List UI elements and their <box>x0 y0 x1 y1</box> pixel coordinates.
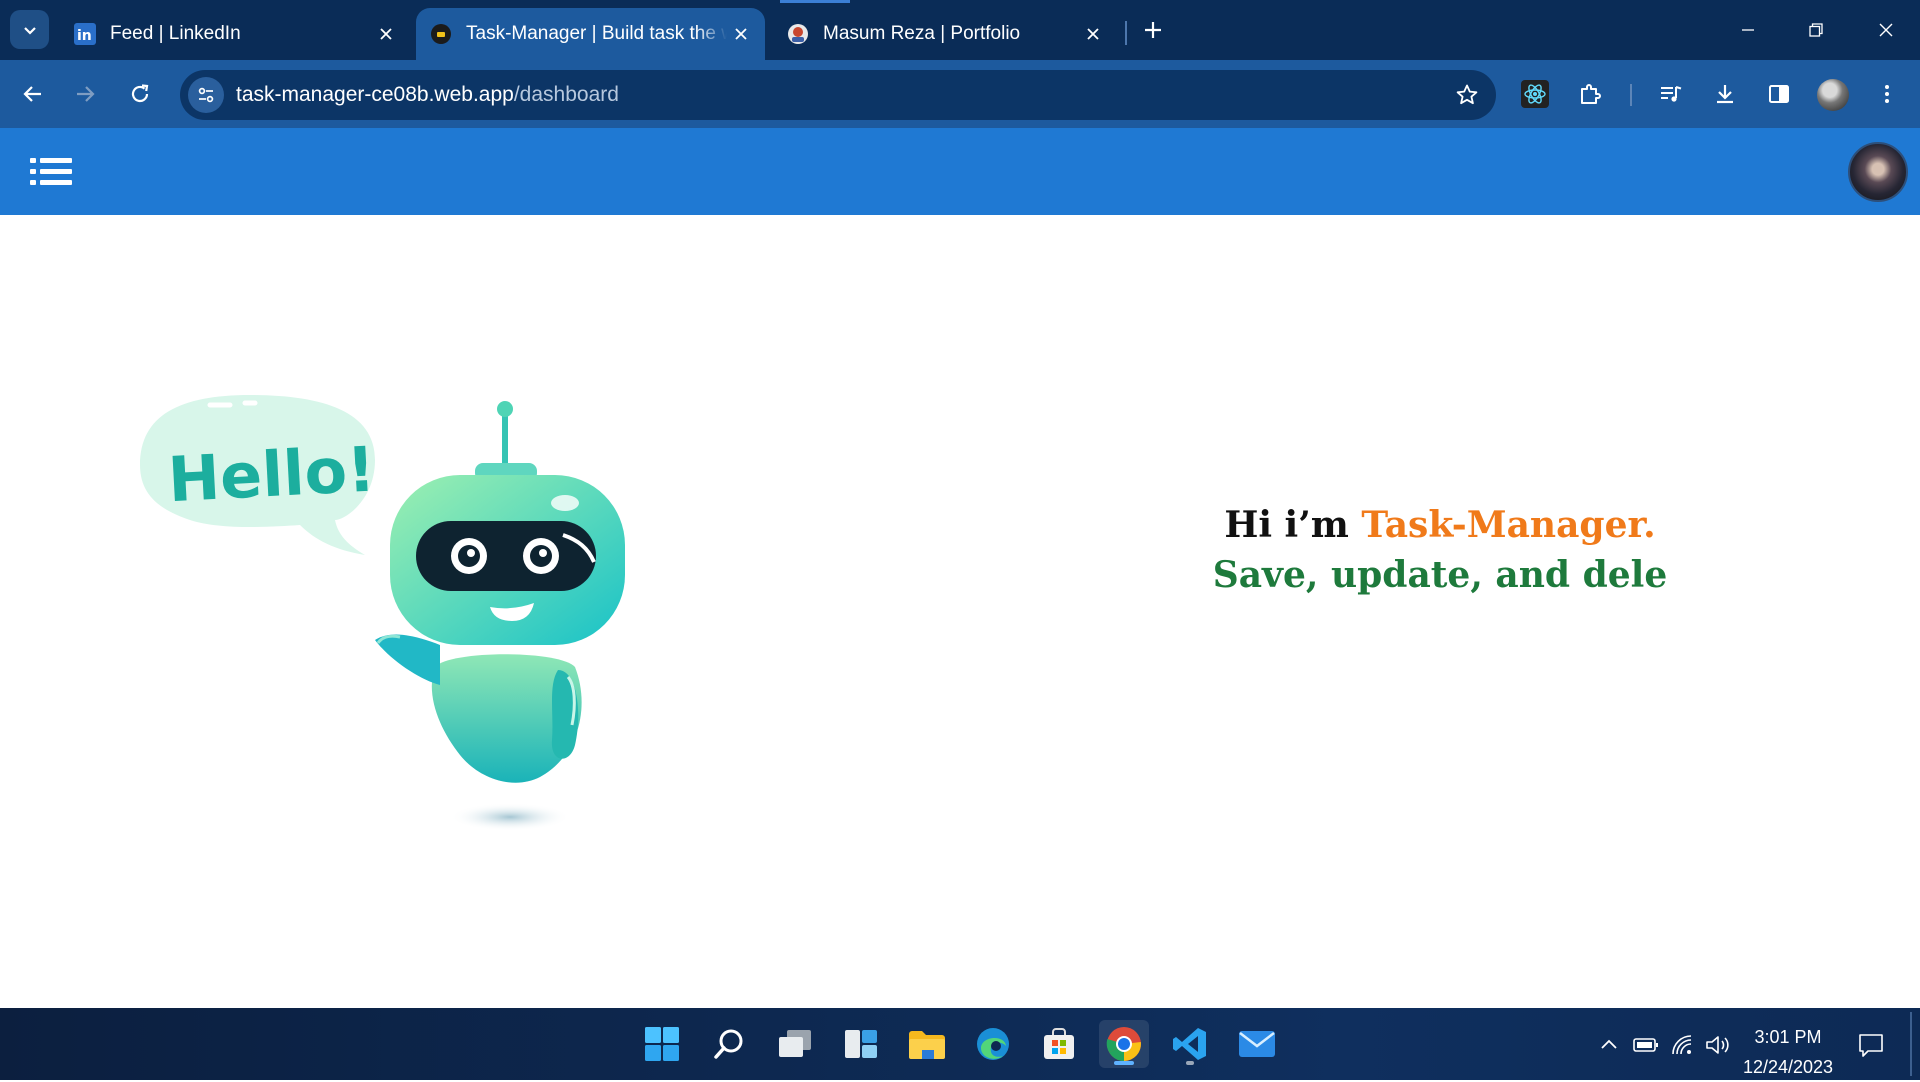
close-window-button[interactable] <box>1866 12 1906 48</box>
edge-button[interactable] <box>968 1020 1018 1068</box>
widgets-icon <box>845 1030 877 1058</box>
wifi-icon[interactable] <box>1670 1032 1696 1058</box>
typed-tagline: Save, update, and dele <box>1212 554 1668 596</box>
reload-icon <box>131 84 149 103</box>
greeting-prefix: Hi i’m <box>1224 504 1362 546</box>
task-view-button[interactable] <box>770 1020 820 1068</box>
queue-music-icon <box>1661 86 1682 102</box>
close-tab-icon[interactable] <box>372 20 400 48</box>
dashboard-hero: Hello! Hi i’m Task-Manager. Save, update… <box>0 215 1920 1008</box>
notification-icon <box>1859 1034 1883 1057</box>
restore-icon <box>1809 23 1823 37</box>
tab-task-manager[interactable]: Task-Manager | Build task the w <box>416 8 765 60</box>
windows-taskbar: 3:01 PM 12/24/2023 <box>0 1008 1920 1080</box>
start-button[interactable] <box>637 1020 687 1068</box>
microsoft-store-button[interactable] <box>1034 1020 1084 1068</box>
url-host: task-manager-ce08b.web.app <box>236 83 514 106</box>
extensions-button[interactable] <box>1569 73 1611 115</box>
minimize-button[interactable] <box>1728 12 1768 48</box>
address-bar[interactable]: task-manager-ce08b.web.app/dashboard <box>180 70 1496 120</box>
robot-illustration: Hello! <box>140 395 625 831</box>
clock-date: 12/24/2023 <box>1742 1057 1834 1077</box>
search-button[interactable] <box>704 1020 754 1068</box>
mail-icon <box>1239 1031 1275 1057</box>
plus-icon <box>1145 22 1161 38</box>
active-app-indicator <box>1114 1061 1134 1065</box>
vscode-button[interactable] <box>1165 1020 1215 1068</box>
show-hidden-icons-button[interactable] <box>1596 1032 1622 1058</box>
hero-greeting: Hi i’m Task-Manager. Save, update, and d… <box>1140 500 1740 600</box>
media-controls-button[interactable] <box>1650 73 1692 115</box>
profile-avatar[interactable] <box>1817 79 1849 111</box>
tab-divider <box>1125 21 1127 45</box>
url-text: task-manager-ce08b.web.app/dashboard <box>236 83 619 107</box>
show-desktop-edge[interactable] <box>1910 1012 1912 1076</box>
edge-icon <box>977 1028 1009 1060</box>
speech-bubble: Hello! <box>140 395 377 555</box>
mail-button[interactable] <box>1232 1020 1282 1068</box>
running-app-indicator <box>1186 1061 1194 1065</box>
tab-search-button[interactable] <box>10 10 49 49</box>
folder-icon <box>909 1031 945 1059</box>
tab-loading-indicator <box>780 0 850 3</box>
windows-logo-icon <box>645 1027 679 1061</box>
taskbar-clock[interactable]: 3:01 PM 12/24/2023 <box>1728 1022 1848 1082</box>
file-explorer-button[interactable] <box>902 1020 952 1068</box>
greeting-line: Hi i’m Task-Manager. <box>1140 500 1740 550</box>
reload-button[interactable] <box>119 73 161 115</box>
chevron-up-icon <box>1601 1039 1617 1049</box>
tune-icon <box>198 87 214 103</box>
new-tab-button[interactable] <box>1138 15 1168 45</box>
close-icon <box>1879 23 1893 37</box>
battery-icon[interactable] <box>1633 1032 1659 1058</box>
bookmark-star-icon[interactable] <box>1454 82 1480 108</box>
arrow-left-icon <box>23 86 41 102</box>
linkedin-icon: in <box>74 23 96 45</box>
tab-linkedin[interactable]: in Feed | LinkedIn <box>60 8 410 60</box>
close-tab-icon[interactable] <box>1079 20 1107 48</box>
arrow-right-icon <box>77 86 95 102</box>
minimize-icon <box>1742 29 1754 31</box>
svg-text:in: in <box>77 28 92 44</box>
store-icon <box>1044 1028 1074 1059</box>
user-avatar[interactable] <box>1848 142 1908 202</box>
tab-title: Masum Reza | Portfolio <box>823 23 1021 44</box>
menu-toggle-button[interactable] <box>30 158 72 186</box>
side-panel-button[interactable] <box>1758 73 1800 115</box>
toolbar-divider <box>1630 84 1632 106</box>
download-icon <box>1717 85 1733 104</box>
more-vertical-icon <box>1885 85 1889 103</box>
browser-tab-strip: in Feed | LinkedIn Task-Manager | Build … <box>0 0 1920 60</box>
vscode-icon <box>1173 1028 1206 1060</box>
bubble-text: Hello! <box>166 432 377 516</box>
tab-title: Feed | LinkedIn <box>110 23 241 44</box>
tab-portfolio[interactable]: Masum Reza | Portfolio <box>773 8 1117 60</box>
react-icon <box>1521 80 1549 108</box>
puzzle-icon <box>1581 84 1601 104</box>
react-devtools-extension[interactable] <box>1514 73 1556 115</box>
widgets-button[interactable] <box>836 1020 886 1068</box>
site-info-button[interactable] <box>188 77 224 113</box>
chrome-menu-button[interactable] <box>1866 73 1908 115</box>
app-navbar <box>0 128 1920 215</box>
notification-center-button[interactable] <box>1856 1030 1886 1060</box>
chevron-down-icon <box>23 26 36 35</box>
clock-time: 3:01 PM <box>1754 1027 1822 1047</box>
search-icon <box>714 1029 743 1059</box>
task-manager-icon <box>430 23 452 45</box>
portfolio-icon <box>787 23 809 45</box>
task-view-icon <box>779 1030 811 1057</box>
chrome-icon <box>1106 1027 1141 1061</box>
close-tab-icon[interactable] <box>727 20 755 48</box>
restore-button[interactable] <box>1796 12 1836 48</box>
url-path: /dashboard <box>513 83 619 106</box>
app-name: Task-Manager. <box>1361 504 1656 546</box>
downloads-button[interactable] <box>1704 73 1746 115</box>
chrome-button[interactable] <box>1099 1020 1149 1068</box>
browser-toolbar: task-manager-ce08b.web.app/dashboard <box>0 60 1920 128</box>
back-button[interactable] <box>12 73 54 115</box>
tab-title: Task-Manager | Build task the w <box>466 23 727 44</box>
side-panel-icon <box>1769 85 1789 103</box>
forward-button[interactable] <box>64 73 106 115</box>
